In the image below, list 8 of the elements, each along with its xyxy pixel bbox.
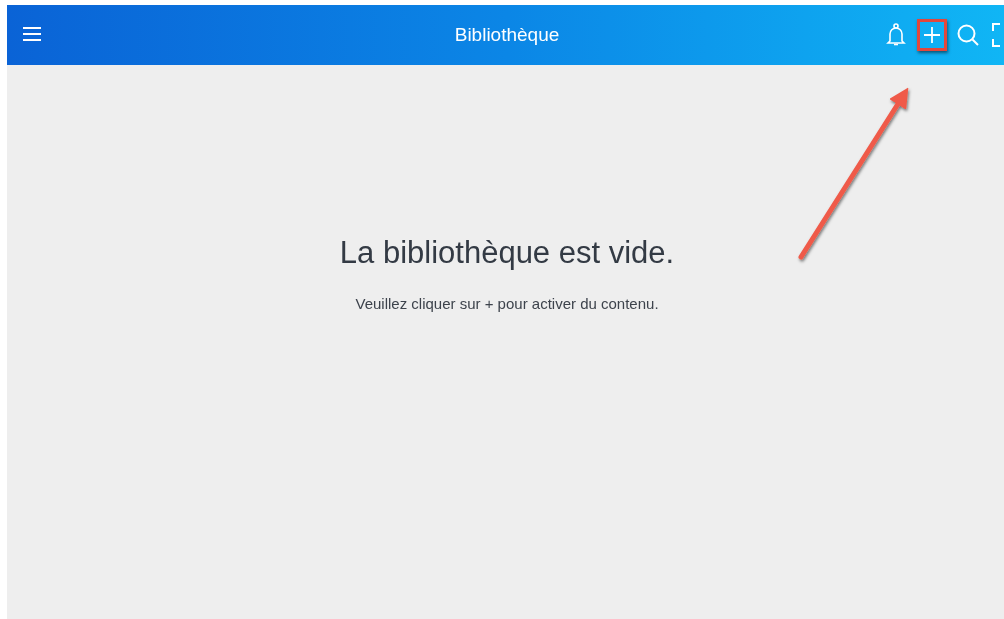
add-icon bbox=[923, 26, 941, 44]
empty-heading: La bibliothèque est vide. bbox=[339, 235, 675, 271]
search-icon bbox=[956, 23, 980, 47]
bell-icon bbox=[886, 23, 906, 47]
add-button[interactable] bbox=[917, 19, 947, 51]
empty-hint: Veuillez cliquer sur + pour activer du contenu. bbox=[355, 295, 659, 312]
menu-icon bbox=[23, 25, 41, 43]
header-title: Bibliothèque bbox=[454, 24, 560, 46]
